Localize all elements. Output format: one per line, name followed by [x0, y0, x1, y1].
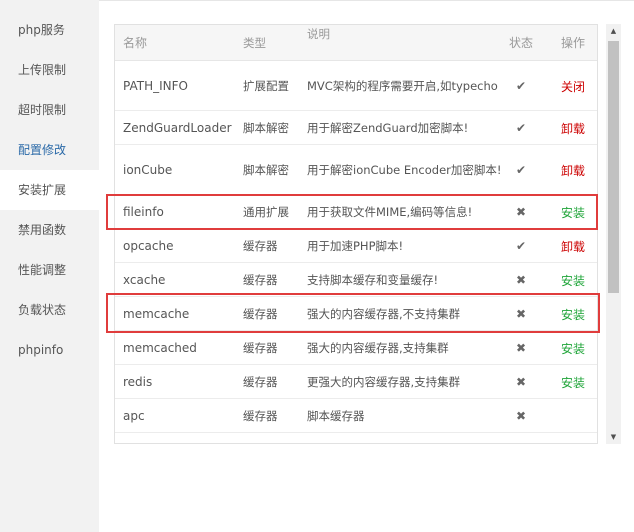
table-row: ionCube 脚本解密 用于解密ionCube Encoder加密脚本! ✔ …: [115, 145, 597, 195]
table-scrollbar[interactable]: ▲ ▼: [606, 24, 621, 444]
ext-type: 缓存器: [243, 239, 278, 253]
uninstall-button[interactable]: 卸载: [561, 229, 589, 263]
check-icon: ✔: [515, 79, 527, 93]
table-row: fileinfo 通用扩展 用于获取文件MIME,编码等信息! ✖ 安装: [115, 195, 597, 229]
scroll-thumb[interactable]: [608, 41, 619, 293]
check-icon: ✔: [515, 121, 527, 135]
ext-name: ionCube: [123, 163, 173, 177]
cross-icon: ✖: [515, 307, 527, 321]
scroll-down-arrow-icon[interactable]: ▼: [606, 430, 621, 444]
uninstall-button[interactable]: 卸载: [561, 111, 589, 145]
table-row: ZendGuardLoader 脚本解密 用于解密ZendGuard加密脚本! …: [115, 111, 597, 145]
ext-desc: 用于解密ionCube Encoder加密脚本!: [307, 163, 502, 177]
table-row: opcache 缓存器 用于加速PHP脚本! ✔ 卸载: [115, 229, 597, 263]
sidebar-item-load-status[interactable]: 负载状态: [0, 290, 99, 330]
cross-icon: ✖: [515, 273, 527, 287]
table-row: memcache 缓存器 强大的内容缓存器,不支持集群 ✖ 安装: [115, 297, 597, 331]
table-row: memcached 缓存器 强大的内容缓存器,支持集群 ✖ 安装: [115, 331, 597, 365]
table-row: PATH_INFO 扩展配置 MVC架构的程序需要开启,如typecho ✔ 关…: [115, 61, 597, 111]
ext-desc: 脚本缓存器: [307, 409, 365, 423]
install-button[interactable]: 安装: [561, 195, 589, 229]
header-op: 操作: [561, 36, 586, 50]
install-button[interactable]: 安装: [561, 365, 589, 399]
sidebar-item-disabled-functions[interactable]: 禁用函数: [0, 210, 99, 250]
close-button[interactable]: 关闭: [561, 61, 589, 111]
ext-name: ZendGuardLoader: [123, 121, 232, 135]
sidebar-item-php-service[interactable]: php服务: [0, 10, 99, 50]
ext-type: 通用扩展: [243, 205, 289, 219]
cross-icon: ✖: [515, 341, 527, 355]
install-button[interactable]: 安装: [561, 331, 589, 365]
ext-desc: 用于加速PHP脚本!: [307, 239, 404, 253]
ext-desc: 用于解密ZendGuard加密脚本!: [307, 121, 469, 135]
ext-type: 缓存器: [243, 273, 278, 287]
ext-type: 缓存器: [243, 341, 278, 355]
ext-desc: 强大的内容缓存器,不支持集群: [307, 307, 461, 321]
check-icon: ✔: [515, 163, 527, 177]
ext-name: memcached: [123, 341, 197, 355]
ext-type: 脚本解密: [243, 121, 289, 135]
uninstall-button[interactable]: 卸载: [561, 145, 589, 195]
table-row: xcache 缓存器 支持脚本缓存和变量缓存! ✖ 安装: [115, 263, 597, 297]
ext-type: 缓存器: [243, 307, 278, 321]
sidebar-item-config-edit[interactable]: 配置修改: [0, 130, 99, 170]
sidebar-item-timeout-limit[interactable]: 超时限制: [0, 90, 99, 130]
table-row: apc 缓存器 脚本缓存器 ✖: [115, 399, 597, 433]
ext-name: memcache: [123, 307, 190, 321]
install-button[interactable]: 安装: [561, 297, 589, 331]
header-desc: 说明: [307, 27, 330, 41]
ext-desc: MVC架构的程序需要开启,如typecho: [307, 79, 498, 93]
table-header: 名称 类型 说明 状态 操作: [115, 25, 597, 61]
cross-icon: ✖: [515, 375, 527, 389]
cross-icon: ✖: [515, 409, 527, 423]
table-row: redis 缓存器 更强大的内容缓存器,支持集群 ✖ 安装: [115, 365, 597, 399]
header-status: 状态: [509, 36, 534, 50]
ext-name: apc: [123, 409, 145, 423]
sidebar-item-phpinfo[interactable]: phpinfo: [0, 330, 99, 370]
header-type: 类型: [243, 36, 266, 50]
sidebar-item-upload-limit[interactable]: 上传限制: [0, 50, 99, 90]
sidebar-item-install-extension[interactable]: 安装扩展: [0, 170, 99, 210]
ext-type: 缓存器: [243, 409, 278, 423]
ext-type: 缓存器: [243, 375, 278, 389]
ext-type: 脚本解密: [243, 163, 289, 177]
header-name: 名称: [123, 36, 148, 50]
ext-name: fileinfo: [123, 205, 164, 219]
install-button[interactable]: 安装: [561, 263, 589, 297]
scroll-up-arrow-icon[interactable]: ▲: [606, 24, 621, 38]
ext-desc: 用于获取文件MIME,编码等信息!: [307, 205, 473, 219]
cross-icon: ✖: [515, 205, 527, 219]
ext-desc: 强大的内容缓存器,支持集群: [307, 341, 449, 355]
sidebar-item-performance[interactable]: 性能调整: [0, 250, 99, 290]
ext-desc: 更强大的内容缓存器,支持集群: [307, 375, 461, 389]
ext-name: xcache: [123, 273, 166, 287]
ext-desc: 支持脚本缓存和变量缓存!: [307, 273, 439, 287]
extensions-table: 名称 类型 说明 状态 操作 PATH_INFO 扩展配置 MVC架构的程序需要…: [114, 24, 598, 444]
ext-name: redis: [123, 375, 153, 389]
ext-name: PATH_INFO: [123, 79, 188, 93]
ext-type: 扩展配置: [243, 79, 289, 93]
check-icon: ✔: [515, 239, 527, 253]
ext-name: opcache: [123, 239, 174, 253]
sidebar: php服务 上传限制 超时限制 配置修改 安装扩展 禁用函数 性能调整 负载状态…: [0, 0, 99, 532]
